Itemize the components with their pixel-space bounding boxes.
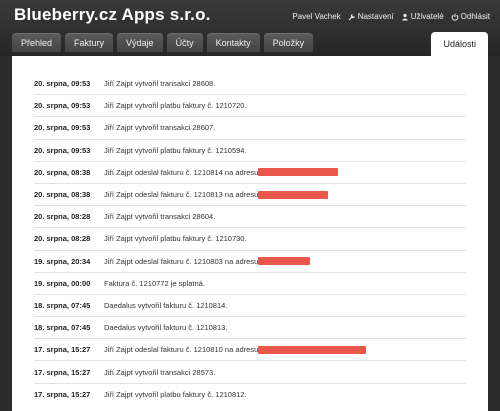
- event-text: Jiří Zajpt odeslal fakturu č. 1210810 na…: [104, 345, 259, 355]
- event-text: Jiří Zajpt vytvořil transakci 28604.: [104, 212, 216, 222]
- user-menu: Pavel Vachek Nastavení Uživatelé Odhlási…: [292, 12, 490, 21]
- users-label: Uživatelé: [410, 12, 444, 21]
- event-row: 20. srpna, 08:28 Jiří Zajpt vytvořil tra…: [34, 205, 466, 227]
- event-text: Jiří Zajpt vytvořil platbu faktury č. 12…: [104, 145, 247, 155]
- event-row: 18. srpna, 07:45 Daedalus vytvořil faktu…: [34, 316, 466, 338]
- logout-label: Odhlásit: [460, 12, 490, 21]
- event-row: 20. srpna, 08:28 Jiří Zajpt vytvořil pla…: [34, 227, 466, 249]
- event-text: Daedalus vytvořil fakturu č. 1210814.: [104, 300, 228, 310]
- tab-ucty[interactable]: Účty: [166, 33, 203, 52]
- event-text: Jiří Zajpt vytvořil platbu faktury č. 12…: [104, 101, 247, 111]
- redacted-email: [258, 190, 329, 199]
- event-row: 18. srpna, 07:45 Daedalus vytvořil faktu…: [34, 293, 466, 316]
- users-icon: [401, 13, 408, 20]
- event-date: 20. srpna, 08:38: [34, 190, 91, 200]
- tab-faktury[interactable]: Faktury: [65, 33, 114, 52]
- event-text: Jiří Zajpt vytvořil transakci 28607.: [104, 123, 216, 133]
- power-icon: [451, 13, 458, 21]
- redacted-email: [258, 168, 339, 177]
- event-text: Jiří Zajpt odeslal fakturu č. 1210813 na…: [104, 190, 259, 200]
- event-text: Jiří Zajpt vytvořil transakci 28573.: [104, 367, 216, 377]
- event-row: 19. srpna, 00:00 Faktura č. 1210772 je s…: [34, 271, 466, 294]
- event-date: 20. srpna, 09:53: [34, 145, 91, 155]
- event-text: Jiří Zajpt vytvořil platbu faktury č. 12…: [104, 389, 247, 399]
- event-date: 18. srpna, 07:45: [34, 300, 91, 310]
- event-date: 20. srpna, 08:38: [34, 167, 91, 177]
- event-date: 20. srpna, 09:53: [34, 123, 91, 133]
- logout-link[interactable]: Odhlásit: [451, 12, 490, 21]
- redacted-email: [258, 345, 367, 354]
- event-row: 20. srpna, 09:53 Jiří Zajpt vytvořil pla…: [34, 94, 466, 116]
- events-list: 20. srpna, 09:53 Jiří Zajpt vytvořil tra…: [34, 72, 466, 405]
- event-row: 17. srpna, 15:27 Jiří Zajpt vytvořil tra…: [34, 360, 466, 382]
- event-text: Daedalus vytvořil fakturu č. 1210813.: [104, 323, 228, 333]
- users-link[interactable]: Uživatelé: [401, 12, 444, 21]
- wrench-icon: [348, 13, 355, 20]
- events-panel: 20. srpna, 09:53 Jiří Zajpt vytvořil tra…: [12, 56, 488, 411]
- tab-vydaje[interactable]: Výdaje: [117, 33, 163, 52]
- event-row: 20. srpna, 09:53 Jiří Zajpt vytvořil pla…: [34, 138, 466, 161]
- event-date: 20. srpna, 08:28: [34, 234, 91, 244]
- event-text: Jiří Zajpt odeslal fakturu č. 1210803 na…: [104, 256, 259, 266]
- event-date: 17. srpna, 15:27: [34, 345, 91, 355]
- tab-kontakty[interactable]: Kontakty: [206, 33, 260, 52]
- tab-prehled[interactable]: Přehled: [12, 33, 62, 52]
- event-row: 19. srpna, 20:34 Jiří Zajpt odeslal fakt…: [34, 249, 466, 272]
- event-row: 20. srpna, 08:38 Jiří Zajpt odeslal fakt…: [34, 160, 466, 183]
- event-date: 17. srpna, 15:27: [34, 389, 91, 399]
- top-bar: Blueberry.cz Apps s.r.o. Pavel Vachek Na…: [0, 0, 500, 56]
- event-row: 20. srpna, 09:53 Jiří Zajpt vytvořil tra…: [34, 72, 466, 94]
- event-row: 17. srpna, 15:27 Jiří Zajpt odeslal fakt…: [34, 338, 466, 360]
- event-date: 19. srpna, 20:34: [34, 256, 91, 266]
- event-date: 20. srpna, 08:28: [34, 212, 91, 222]
- event-row: 20. srpna, 08:38 Jiří Zajpt odeslal fakt…: [34, 182, 466, 205]
- settings-link[interactable]: Nastavení: [348, 12, 394, 21]
- event-date: 20. srpna, 09:53: [34, 101, 91, 111]
- settings-label: Nastavení: [357, 12, 394, 21]
- event-text: Jiří Zajpt vytvořil transakci 28608.: [104, 78, 216, 88]
- app-title: Blueberry.cz Apps s.r.o.: [14, 5, 211, 24]
- tab-polozky[interactable]: Položky: [263, 33, 314, 52]
- event-text: Jiří Zajpt odeslal fakturu č. 1210814 na…: [104, 167, 259, 177]
- event-date: 17. srpna, 15:27: [34, 367, 91, 377]
- event-text: Jiří Zajpt vytvořil platbu faktury č. 12…: [104, 234, 247, 244]
- event-date: 19. srpna, 00:00: [34, 278, 91, 288]
- event-text: Faktura č. 1210772 je splatná.: [104, 278, 205, 288]
- event-date: 18. srpna, 07:45: [34, 323, 91, 333]
- tab-udalosti[interactable]: Události: [431, 32, 488, 56]
- redacted-email: [258, 257, 311, 266]
- event-row: 17. srpna, 15:27 Jiří Zajpt vytvořil pla…: [34, 382, 466, 405]
- event-date: 20. srpna, 09:53: [34, 78, 91, 88]
- main-tabs: Přehled Faktury Výdaje Účty Kontakty Pol…: [12, 33, 314, 52]
- event-row: 20. srpna, 09:53 Jiří Zajpt vytvořil tra…: [34, 116, 466, 138]
- user-name[interactable]: Pavel Vachek: [292, 12, 340, 21]
